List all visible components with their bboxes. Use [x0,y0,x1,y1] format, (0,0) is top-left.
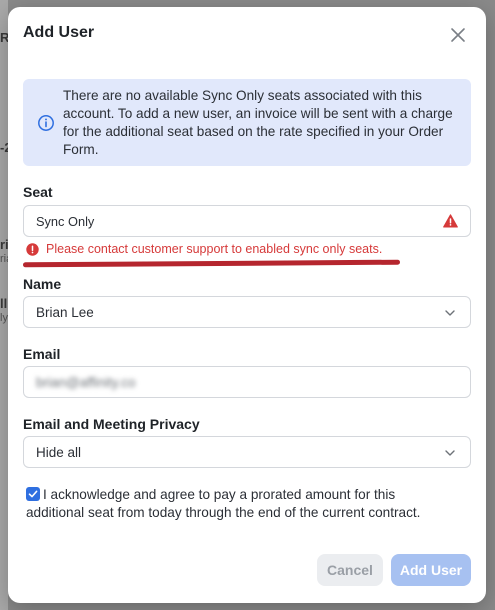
close-button[interactable] [448,25,468,45]
close-icon [451,28,465,42]
name-value: Brian Lee [36,305,94,320]
chevron-down-icon [445,450,455,456]
privacy-value: Hide all [36,445,82,460]
check-icon [28,490,38,498]
annotation-underline [22,259,401,268]
info-banner: There are no available Sync Only seats a… [23,79,471,166]
info-banner-text: There are no available Sync Only seats a… [63,88,453,157]
name-label: Name [23,276,62,292]
warning-icon [443,214,458,228]
background-text: ly [0,312,8,324]
privacy-label: Email and Meeting Privacy [23,416,200,432]
cancel-button[interactable]: Cancel [317,554,383,586]
chevron-down-icon [445,310,455,316]
seat-select[interactable]: Sync Only [23,205,471,237]
seat-label: Seat [23,184,53,200]
background-text: ll [0,296,8,311]
email-field[interactable]: brian@affinity.co [23,366,471,398]
add-user-button[interactable]: Add User [391,554,471,586]
privacy-select[interactable]: Hide all [23,436,471,468]
seat-value: Sync Only [36,214,95,229]
acknowledge-checkbox[interactable] [26,487,40,501]
email-value: brian@affinity.co [36,375,136,390]
dialog-title: Add User [23,24,95,41]
add-user-dialog: Add User There are no available Sync Onl… [8,7,486,603]
seat-error-text: Please contact customer support to enabl… [46,242,383,256]
email-label: Email [23,346,61,362]
error-icon [26,243,39,256]
info-icon [38,115,54,131]
name-select[interactable]: Brian Lee [23,296,471,328]
background-app: R -2 ri ria ll ly [0,0,12,610]
acknowledge-text: I acknowledge and agree to pay a prorate… [26,487,421,520]
